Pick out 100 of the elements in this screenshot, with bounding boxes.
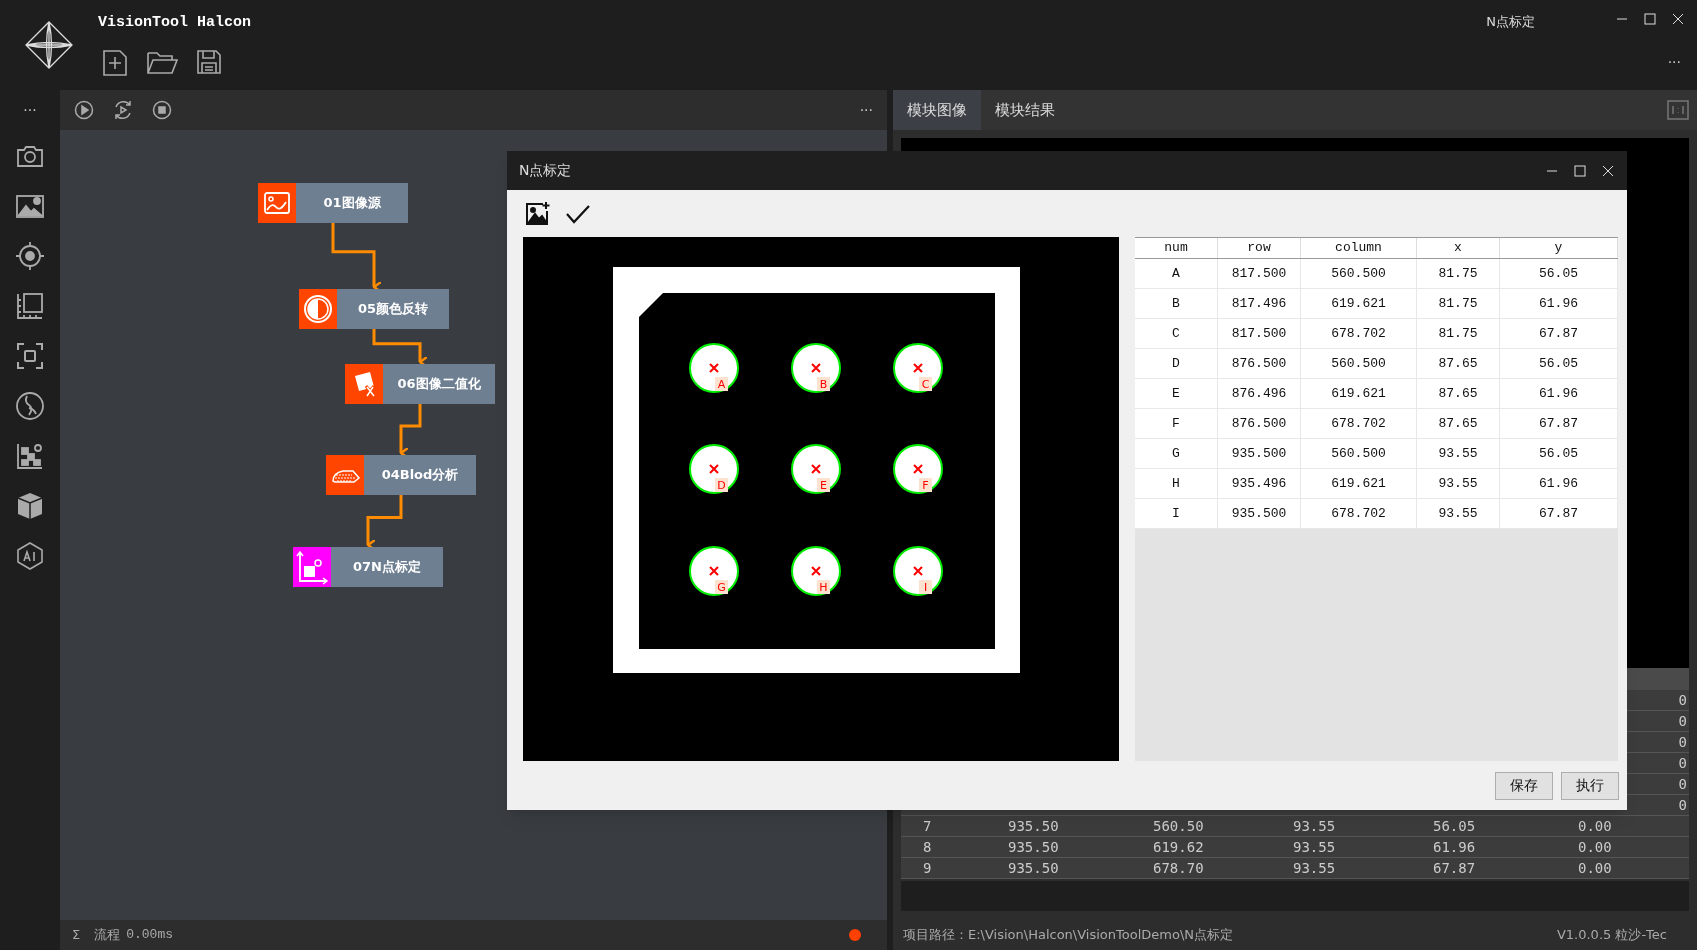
table-cell-text: 9 — [923, 859, 932, 878]
table-cell-text: 67.87 — [1433, 859, 1476, 878]
column-header[interactable]: row — [1218, 238, 1301, 258]
table-cell: 876.500 — [1218, 349, 1301, 378]
table-cell: 93.55 — [1417, 439, 1500, 468]
app-title: VisionTool Halcon — [98, 13, 252, 33]
table-cell-text: 935.50 — [1008, 817, 1059, 836]
focus-frame-icon[interactable] — [15, 341, 45, 371]
table-cell-text: 0 — [1678, 691, 1687, 710]
tab[interactable]: 模块图像 — [893, 90, 981, 130]
table-cell-text: 93.55 — [1293, 838, 1336, 857]
table-cell: 935.500 — [1218, 439, 1301, 468]
table-cell-text: 619.62 — [1153, 838, 1204, 857]
table-cell: I — [1135, 499, 1218, 528]
more-menu[interactable]: ··· — [1667, 52, 1681, 73]
table-cell: 935.496 — [1218, 469, 1301, 498]
table-cell: 619.621 — [1301, 289, 1417, 318]
table-cell-text: 93.55 — [1293, 817, 1336, 836]
table-cell: 817.500 — [1218, 319, 1301, 348]
curve-circle-icon[interactable] — [15, 391, 45, 421]
flow-node[interactable]: 05颜色反转 — [299, 289, 449, 329]
table-cell: B — [1135, 289, 1218, 318]
flow-label: 流程 — [94, 926, 121, 945]
add-image-icon[interactable] — [525, 200, 551, 227]
flow-node[interactable]: 06图像二值化 — [345, 364, 495, 404]
play-icon[interactable] — [74, 100, 94, 120]
checker-grid-icon[interactable] — [15, 441, 45, 471]
maximize-icon[interactable] — [1643, 12, 1657, 26]
more-menu[interactable]: ··· — [859, 99, 873, 121]
table-cell: 87.65 — [1417, 349, 1500, 378]
project-path: 项目路径：E:\Vision\Halcon\VisionToolDemo\N点标定 — [903, 926, 1233, 945]
table-cell: 61.96 — [1500, 379, 1618, 408]
column-header[interactable]: x — [1417, 238, 1500, 258]
table-cell: 67.87 — [1500, 499, 1618, 528]
column-header[interactable]: y — [1500, 238, 1618, 258]
table-cell: 81.75 — [1417, 289, 1500, 318]
table-cell: 560.500 — [1301, 349, 1417, 378]
table-cell: 87.65 — [1417, 409, 1500, 438]
save-icon[interactable] — [196, 48, 222, 75]
close-icon[interactable] — [1671, 12, 1685, 26]
table-cell: A — [1135, 259, 1218, 288]
target-icon[interactable] — [15, 241, 45, 271]
table-cell: C — [1135, 319, 1218, 348]
flow-node[interactable]: 01图像源 — [258, 183, 408, 223]
column-header[interactable]: num — [1135, 238, 1218, 258]
table-cell: 678.702 — [1301, 409, 1417, 438]
table-cell: 56.05 — [1500, 349, 1618, 378]
table-cell-text: 0 — [1678, 712, 1687, 731]
table-cell: 93.55 — [1417, 469, 1500, 498]
table-cell-text: 0 — [1678, 775, 1687, 794]
flow-node[interactable]: 07N点标定 — [293, 547, 443, 587]
table-cell: 67.87 — [1500, 409, 1618, 438]
table-cell-text: 0 — [1678, 754, 1687, 773]
tab[interactable]: 模块结果 — [981, 90, 1069, 130]
table-cell-text: 93.55 — [1293, 859, 1336, 878]
table-cell: 678.702 — [1301, 499, 1417, 528]
table-cell: 560.500 — [1301, 439, 1417, 468]
table-cell: 678.702 — [1301, 319, 1417, 348]
loop-play-icon[interactable] — [112, 99, 134, 121]
table-cell: 876.496 — [1218, 379, 1301, 408]
ruler-frame-icon[interactable] — [15, 291, 45, 321]
flow-time: 0.00ms — [126, 926, 174, 945]
3d-cube-icon[interactable] — [15, 491, 45, 521]
sigma-icon: Σ — [72, 925, 81, 945]
stop-icon[interactable] — [152, 100, 172, 120]
table-cell: 81.75 — [1417, 319, 1500, 348]
flow-node[interactable]: 04Blod分析 — [326, 455, 476, 495]
version-label: V1.0.0.5 粒沙-Tec — [1556, 926, 1667, 945]
table-cell: 56.05 — [1500, 259, 1618, 288]
table-cell-text: 0 — [1678, 796, 1687, 815]
table-cell-text: 678.70 — [1153, 859, 1204, 878]
table-cell: 817.496 — [1218, 289, 1301, 318]
dialog-button[interactable]: 保存 — [1495, 771, 1553, 800]
table-cell-text: 560.50 — [1153, 817, 1204, 836]
table-cell: F — [1135, 409, 1218, 438]
table-cell: 876.500 — [1218, 409, 1301, 438]
table-cell: H — [1135, 469, 1218, 498]
table-cell-text: 0.00 — [1578, 817, 1612, 836]
table-cell: 67.87 — [1500, 319, 1618, 348]
table-cell-text: 56.05 — [1433, 817, 1476, 836]
table-cell-text: 0.00 — [1578, 859, 1612, 878]
more-menu[interactable]: ··· — [23, 100, 37, 121]
column-header[interactable]: column — [1301, 238, 1417, 258]
table-cell: E — [1135, 379, 1218, 408]
table-cell: 56.05 — [1500, 439, 1618, 468]
table-cell-text: 0.00 — [1578, 838, 1612, 857]
diamond-logo-icon — [24, 20, 74, 70]
table-cell: 61.96 — [1500, 469, 1618, 498]
ai-hexagon-icon[interactable] — [15, 541, 45, 571]
table-cell: 87.65 — [1417, 379, 1500, 408]
new-file-icon[interactable] — [102, 48, 128, 77]
close-icon[interactable] — [1601, 163, 1615, 178]
table-cell-text: 935.50 — [1008, 859, 1059, 878]
table-cell-text: 935.50 — [1008, 838, 1059, 857]
dialog-button[interactable]: 执行 — [1561, 771, 1619, 800]
table-cell: 61.96 — [1500, 289, 1618, 318]
maximize-icon[interactable] — [1573, 163, 1587, 178]
table-cell: G — [1135, 439, 1218, 468]
table-cell-text: 7 — [923, 817, 932, 836]
table-cell: 619.621 — [1301, 379, 1417, 408]
